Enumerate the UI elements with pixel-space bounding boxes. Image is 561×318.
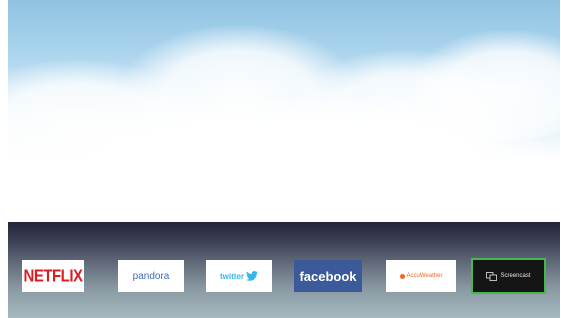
app-tile-label: NETFLIX bbox=[23, 266, 84, 286]
app-tile-label: AccuWeather bbox=[406, 273, 443, 279]
tv-home-screen: NETFLIX pandora twitter facebook AccuWea… bbox=[0, 0, 561, 318]
app-tile-label: facebook bbox=[299, 268, 357, 284]
app-tile-twitter[interactable]: twitter bbox=[206, 260, 272, 292]
app-tile-label: twitter bbox=[220, 271, 244, 281]
twitter-bird-icon bbox=[246, 271, 258, 281]
app-tile-screencast[interactable]: Screencast bbox=[471, 258, 546, 294]
app-tile-facebook[interactable]: facebook bbox=[294, 260, 362, 292]
screencast-icon bbox=[486, 271, 498, 281]
app-tile-label: Screencast bbox=[500, 273, 531, 279]
app-tile-pandora[interactable]: pandora bbox=[118, 260, 184, 292]
app-tiles-row: NETFLIX pandora twitter facebook AccuWea… bbox=[8, 258, 560, 294]
app-tile-label: pandora bbox=[132, 270, 170, 282]
app-tile-accuweather[interactable]: AccuWeather bbox=[386, 260, 456, 292]
app-launcher-bar: NETFLIX pandora twitter facebook AccuWea… bbox=[8, 222, 560, 318]
cloud bbox=[48, 100, 548, 210]
sun-icon bbox=[399, 273, 405, 279]
app-tile-netflix[interactable]: NETFLIX bbox=[22, 260, 84, 292]
sky-background bbox=[8, 0, 560, 222]
